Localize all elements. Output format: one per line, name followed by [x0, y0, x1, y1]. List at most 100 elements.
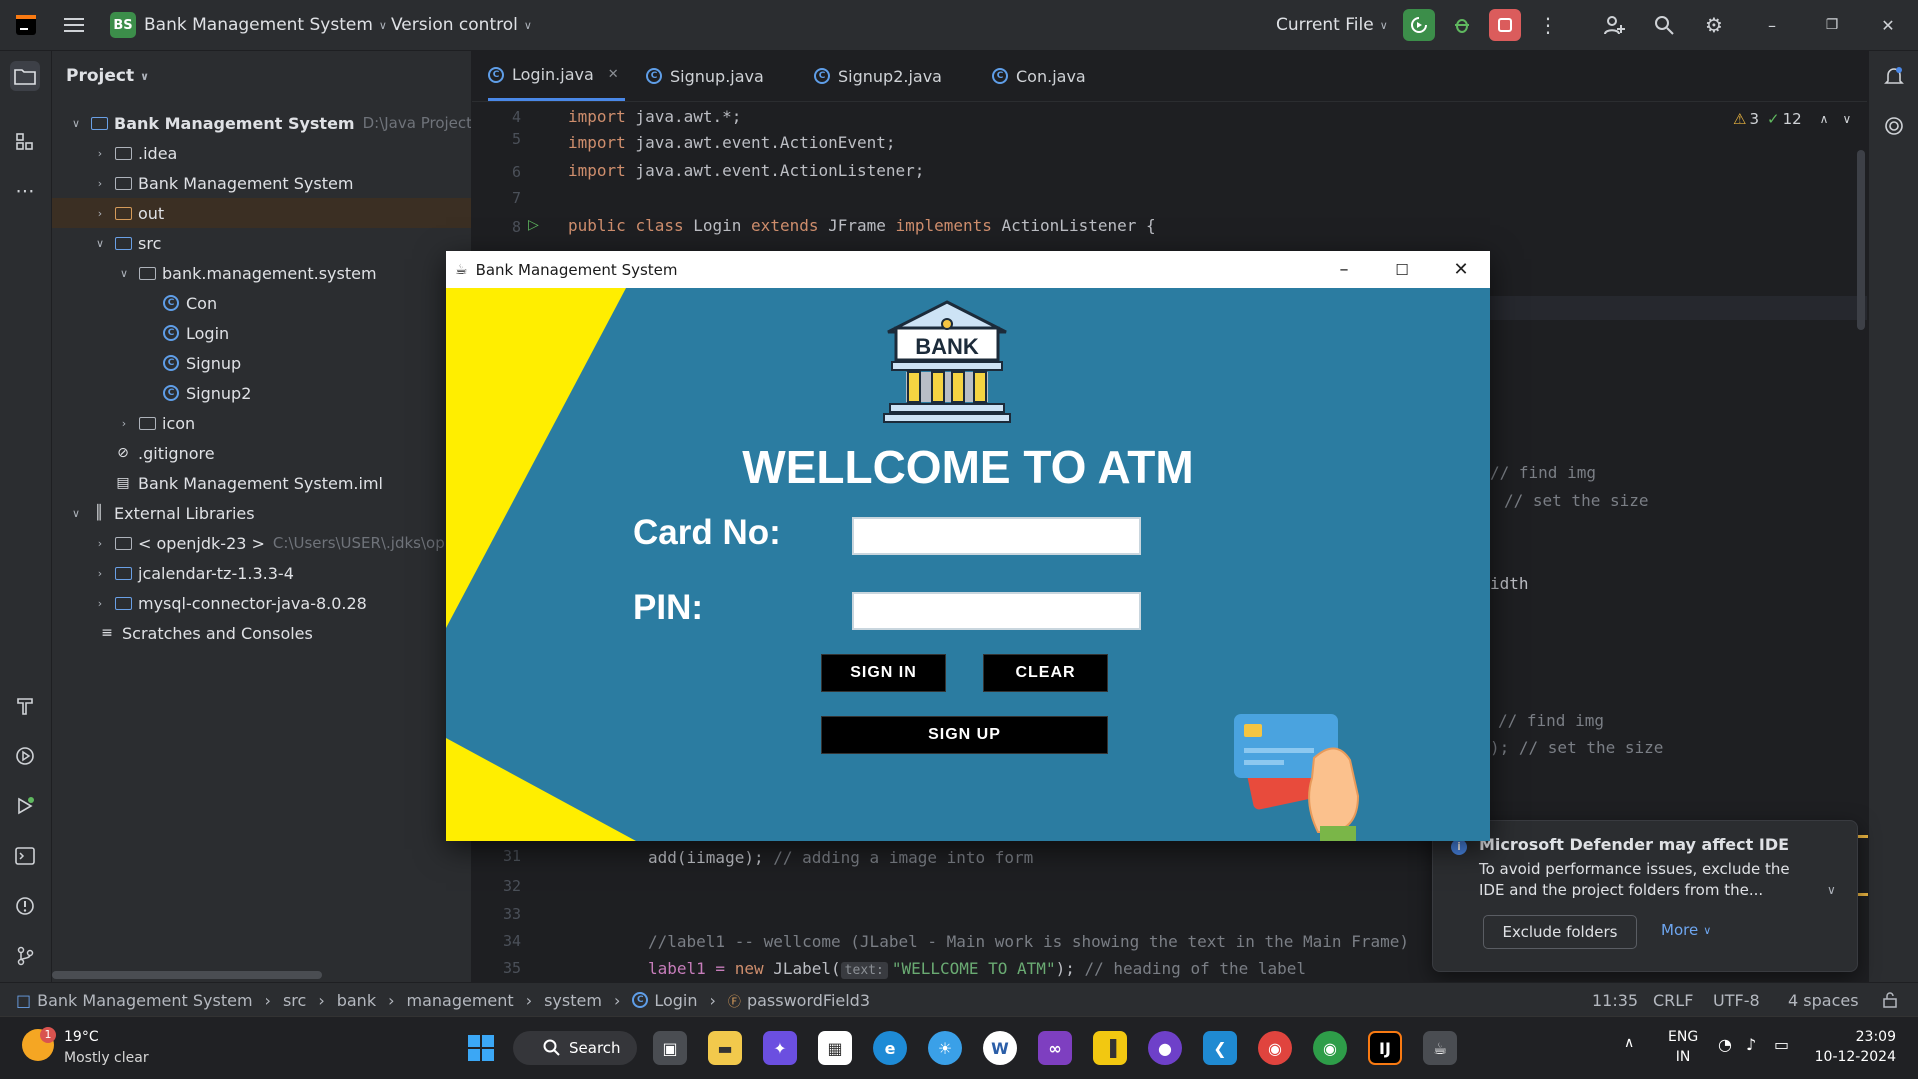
run-config-selector[interactable]: Current File ∨ — [1276, 0, 1388, 50]
chevron-down-icon[interactable]: ∨ — [1842, 112, 1851, 126]
add-user-icon[interactable] — [1598, 9, 1630, 41]
tab-signup2-java[interactable]: C Signup2.java — [814, 51, 942, 101]
intellij-logo-icon[interactable] — [10, 9, 42, 41]
breadcrumb-item[interactable]: Login — [654, 991, 697, 1010]
battery-icon[interactable]: ▭ — [1774, 1035, 1789, 1054]
more-actions-icon[interactable]: ⋮ — [1532, 9, 1564, 41]
more-tools-icon[interactable]: ⋯ — [10, 176, 40, 206]
copilot-icon[interactable]: ✦ — [763, 1031, 797, 1065]
more-link[interactable]: More ∨ — [1661, 921, 1711, 939]
breadcrumb-item[interactable]: Bank Management System — [37, 991, 252, 1010]
close-tab-icon[interactable]: ✕ — [608, 67, 619, 82]
indent-setting[interactable]: 4 spaces — [1788, 983, 1859, 1017]
tree-item-mysql-connector[interactable]: › mysql-connector-java-8.0.28 — [52, 588, 471, 618]
exclude-folders-button[interactable]: Exclude folders — [1483, 915, 1637, 949]
pin-input[interactable] — [852, 592, 1141, 630]
structure-tool-icon[interactable] — [10, 127, 40, 157]
terminal-tool-icon[interactable] — [10, 841, 40, 871]
maximize-icon[interactable]: ☐ — [1374, 251, 1430, 288]
ai-assistant-icon[interactable] — [1879, 111, 1909, 141]
tree-item-jdk[interactable]: › < openjdk-23 > C:\Users\USER\.jdks\op — [52, 528, 471, 558]
github-desktop-icon[interactable]: ● — [1148, 1031, 1182, 1065]
chevron-down-icon[interactable]: ∨ — [1827, 883, 1836, 897]
clock[interactable]: 23:09 10-12-2024 — [1810, 1027, 1896, 1067]
tree-item-package[interactable]: ∨ bank.management.system — [52, 258, 471, 288]
run-tool-icon[interactable] — [10, 791, 40, 821]
power-bi-icon[interactable]: ▐ — [1093, 1031, 1127, 1065]
vertical-scrollbar[interactable] — [1857, 150, 1865, 330]
restore-icon[interactable]: ❐ — [1816, 9, 1848, 41]
inspection-widget[interactable]: ⚠ 3 ✓ 12 ∧ ∨ — [1733, 108, 1851, 130]
breadcrumb-item[interactable]: src — [283, 991, 306, 1010]
tree-item-icon-folder[interactable]: › icon — [52, 408, 471, 438]
breadcrumb-item[interactable]: passwordField3 — [747, 991, 870, 1010]
code-line-35[interactable]: label1 = new JLabel(text: "WELLCOME TO AT… — [648, 959, 1306, 981]
weather-temp[interactable]: 19°C — [64, 1029, 99, 1045]
code-line-8[interactable]: public class Login extends JFrame implem… — [568, 216, 1156, 238]
file-explorer-icon[interactable]: ▬ — [708, 1031, 742, 1065]
taskbar-search[interactable]: Search — [513, 1031, 637, 1065]
search-icon[interactable] — [1648, 9, 1680, 41]
project-tool-icon[interactable] — [10, 61, 40, 91]
window-title-bar[interactable]: ☕ Bank Management System – ☐ ✕ — [446, 251, 1490, 288]
tree-item-src[interactable]: ∨ src — [52, 228, 471, 258]
notifications-bell-icon[interactable] — [1879, 61, 1909, 91]
close-icon[interactable]: ✕ — [1433, 251, 1489, 288]
project-panel-header[interactable]: Project ∨ — [66, 51, 149, 101]
caret-position[interactable]: 11:35 — [1592, 983, 1638, 1017]
weather-app-icon[interactable]: ☀ — [928, 1031, 962, 1065]
rerun-icon[interactable] — [1403, 9, 1435, 41]
lock-icon[interactable] — [1882, 983, 1898, 1017]
intellij-taskbar-icon[interactable]: IJ — [1368, 1031, 1402, 1065]
clear-button[interactable]: CLEAR — [983, 654, 1108, 692]
minimize-icon[interactable]: – — [1316, 251, 1372, 288]
horizontal-scrollbar[interactable] — [52, 971, 322, 979]
tree-item-iml[interactable]: ▤ Bank Management System.iml — [52, 468, 471, 498]
store-icon[interactable]: ▦ — [818, 1031, 852, 1065]
java-app-taskbar-icon[interactable]: ☕ — [1423, 1031, 1457, 1065]
tree-item-idea[interactable]: › .idea — [52, 138, 471, 168]
tree-item-bms-folder[interactable]: › Bank Management System — [52, 168, 471, 198]
vscode-icon[interactable]: ❮ — [1203, 1031, 1237, 1065]
main-menu-icon[interactable] — [58, 9, 90, 41]
chrome-icon[interactable]: ◉ — [1258, 1031, 1292, 1065]
settings-gear-icon[interactable]: ⚙ — [1698, 9, 1730, 41]
run-gutter-icon[interactable]: ▷ — [528, 217, 539, 233]
wifi-icon[interactable]: ◔ — [1718, 1035, 1732, 1054]
services-tool-icon[interactable] — [10, 741, 40, 771]
tab-con-java[interactable]: C Con.java — [992, 51, 1086, 101]
file-encoding[interactable]: UTF-8 — [1713, 983, 1760, 1017]
sign-in-button[interactable]: SIGN IN — [821, 654, 946, 692]
stop-icon[interactable] — [1489, 9, 1521, 41]
tree-item-gitignore[interactable]: ⊘ .gitignore — [52, 438, 471, 468]
code-line-34[interactable]: //label1 -- wellcome (JLabel - Main work… — [648, 932, 1409, 954]
tree-item-external-libraries[interactable]: ∨ ║ External Libraries — [52, 498, 471, 528]
code-line-6[interactable]: import java.awt.event.ActionListener; — [568, 161, 924, 183]
windows-start-icon[interactable] — [464, 1031, 498, 1065]
project-switcher[interactable]: BS Bank Management System ∨ — [110, 0, 387, 50]
tree-item-out[interactable]: › out — [52, 198, 471, 228]
edge-browser-icon[interactable]: e — [873, 1031, 907, 1065]
sign-up-button[interactable]: SIGN UP — [821, 716, 1108, 754]
tab-signup-java[interactable]: C Signup.java — [646, 51, 764, 101]
breadcrumb-item[interactable]: bank — [337, 991, 376, 1010]
language-indicator[interactable]: ENG IN — [1668, 1027, 1698, 1067]
visual-studio-icon[interactable]: ∞ — [1038, 1031, 1072, 1065]
chrome-profile-icon[interactable]: ◉ — [1313, 1031, 1347, 1065]
line-separator[interactable]: CRLF — [1653, 983, 1693, 1017]
problems-tool-icon[interactable] — [10, 891, 40, 921]
show-hidden-icons[interactable]: ∧ — [1624, 1035, 1634, 1051]
task-view-icon[interactable]: ▣ — [653, 1031, 687, 1065]
code-line-5[interactable]: import java.awt.event.ActionEvent; — [568, 133, 896, 155]
debug-icon[interactable] — [1446, 9, 1478, 41]
code-line-4[interactable]: import java.awt.*; — [568, 107, 741, 129]
weather-desc[interactable]: Mostly clear — [64, 1050, 149, 1066]
card-number-input[interactable] — [852, 517, 1141, 555]
tree-item-login[interactable]: C Login — [52, 318, 471, 348]
tree-item-root[interactable]: ∨ Bank Management System D:\Java Project… — [52, 108, 471, 138]
git-tool-icon[interactable] — [10, 941, 40, 971]
tree-item-con[interactable]: C Con — [52, 288, 471, 318]
tree-item-signup2[interactable]: C Signup2 — [52, 378, 471, 408]
volume-icon[interactable]: ♪ — [1746, 1035, 1756, 1054]
code-line-31[interactable]: add(iimage); // adding a image into form — [648, 848, 1033, 870]
